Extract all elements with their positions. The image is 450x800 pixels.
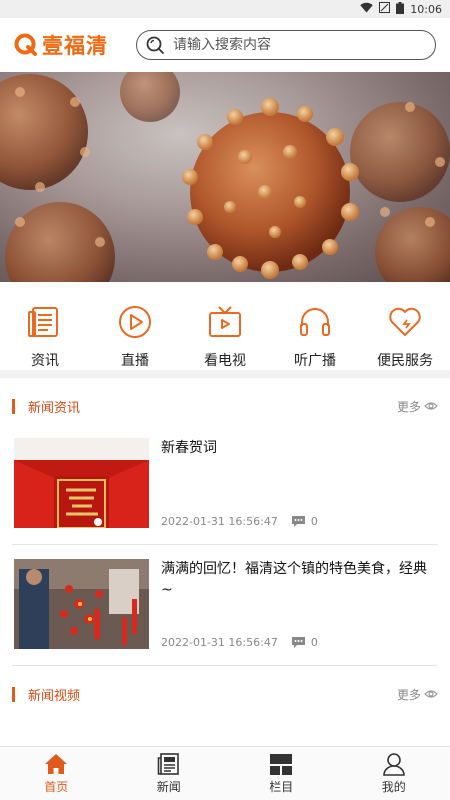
- quick-item-radio[interactable]: 听广播: [275, 304, 355, 370]
- news-time: 2022-01-31 16:56:47: [161, 636, 278, 649]
- quick-item-label: 听广播: [294, 353, 336, 369]
- comment-count-value: 0: [310, 515, 318, 528]
- eye-icon: [424, 402, 438, 410]
- battery-icon: [396, 1, 405, 17]
- more-link[interactable]: 更多: [397, 398, 438, 415]
- news-body: 新春贺词 2022-01-31 16:56:47 0: [161, 438, 438, 528]
- news-meta: 2022-01-31 16:56:47 0: [161, 636, 438, 649]
- quick-item-news[interactable]: 资讯: [5, 304, 85, 370]
- comment-icon: [291, 516, 305, 527]
- virus-illustration: [0, 72, 450, 282]
- app-logo[interactable]: 壹福清: [14, 30, 134, 60]
- news-item[interactable]: 满满的回忆！福清这个镇的特色美食，经典~ 2022-01-31 16:56:47…: [0, 545, 450, 665]
- user-icon: [382, 753, 405, 776]
- news-item[interactable]: 新春贺词 2022-01-31 16:56:47 0: [0, 424, 450, 544]
- headphones-icon: [300, 308, 330, 336]
- section-header-video: 新闻视频 更多: [0, 676, 450, 712]
- comment-icon: [291, 637, 305, 648]
- quick-item-live[interactable]: 直播: [95, 304, 175, 370]
- search-icon: [145, 35, 165, 55]
- section-header-news: 新闻资讯 更多: [0, 388, 450, 424]
- banner-image[interactable]: [0, 72, 450, 282]
- bottom-tab-bar: 首页 新闻 栏目 我的: [0, 746, 450, 800]
- section-title: 新闻资讯: [12, 397, 80, 416]
- section-title: 新闻视频: [12, 685, 80, 704]
- status-bar: 10:06: [0, 0, 450, 18]
- section-accent-bar: [12, 686, 15, 702]
- search-input[interactable]: [173, 37, 393, 53]
- tab-label: 我的: [381, 780, 406, 794]
- tab-profile[interactable]: 我的: [359, 752, 429, 795]
- quick-menu: 资讯 直播 看电视 听广播 便民服务: [0, 282, 450, 378]
- play-icon: [119, 306, 151, 338]
- wifi-icon: [360, 2, 373, 16]
- tv-icon: [209, 306, 241, 337]
- divider: [12, 665, 438, 666]
- heart-icon: [389, 307, 421, 336]
- newspaper-icon: [157, 753, 179, 775]
- news-thumbnail: [14, 559, 149, 649]
- tab-label: 首页: [44, 780, 69, 794]
- more-label: 更多: [396, 399, 421, 414]
- comment-count: 0: [291, 636, 318, 649]
- comment-count-value: 0: [310, 636, 318, 649]
- home-icon: [45, 754, 68, 774]
- quick-item-label: 看电视: [204, 353, 246, 369]
- logo-text: 壹福清: [42, 33, 108, 58]
- tab-columns[interactable]: 栏目: [246, 752, 316, 795]
- news-body: 满满的回忆！福清这个镇的特色美食，经典~ 2022-01-31 16:56:47…: [161, 559, 438, 649]
- news-title[interactable]: 新春贺词: [161, 438, 438, 459]
- news-title[interactable]: 满满的回忆！福清这个镇的特色美食，经典~: [161, 559, 438, 601]
- tab-home[interactable]: 首页: [21, 752, 91, 795]
- news-time: 2022-01-31 16:56:47: [161, 515, 278, 528]
- tab-news[interactable]: 新闻: [134, 752, 204, 795]
- quick-item-label: 资讯: [31, 353, 59, 369]
- more-link[interactable]: 更多: [397, 686, 438, 703]
- search-box[interactable]: [136, 30, 436, 60]
- section-accent-bar: [12, 398, 15, 414]
- news-thumbnail: [14, 438, 149, 528]
- quick-item-tv[interactable]: 看电视: [185, 304, 265, 370]
- section-title-text: 新闻视频: [28, 688, 81, 704]
- app-header: 壹福清: [0, 18, 450, 72]
- grid-icon: [270, 754, 293, 775]
- comment-count: 0: [291, 515, 318, 528]
- quick-item-label: 直播: [121, 353, 149, 369]
- news-meta: 2022-01-31 16:56:47 0: [161, 515, 438, 528]
- tab-label: 栏目: [269, 780, 294, 794]
- logo-mark-icon: [14, 33, 38, 57]
- status-time: 10:06: [410, 2, 442, 16]
- quick-item-services[interactable]: 便民服务: [365, 304, 445, 370]
- quick-item-label: 便民服务: [377, 353, 433, 369]
- news-icon: [28, 307, 58, 337]
- section-title-text: 新闻资讯: [28, 400, 81, 416]
- tab-label: 新闻: [156, 780, 181, 794]
- signal-icon: [379, 2, 391, 16]
- more-label: 更多: [396, 687, 421, 702]
- eye-icon: [424, 690, 438, 698]
